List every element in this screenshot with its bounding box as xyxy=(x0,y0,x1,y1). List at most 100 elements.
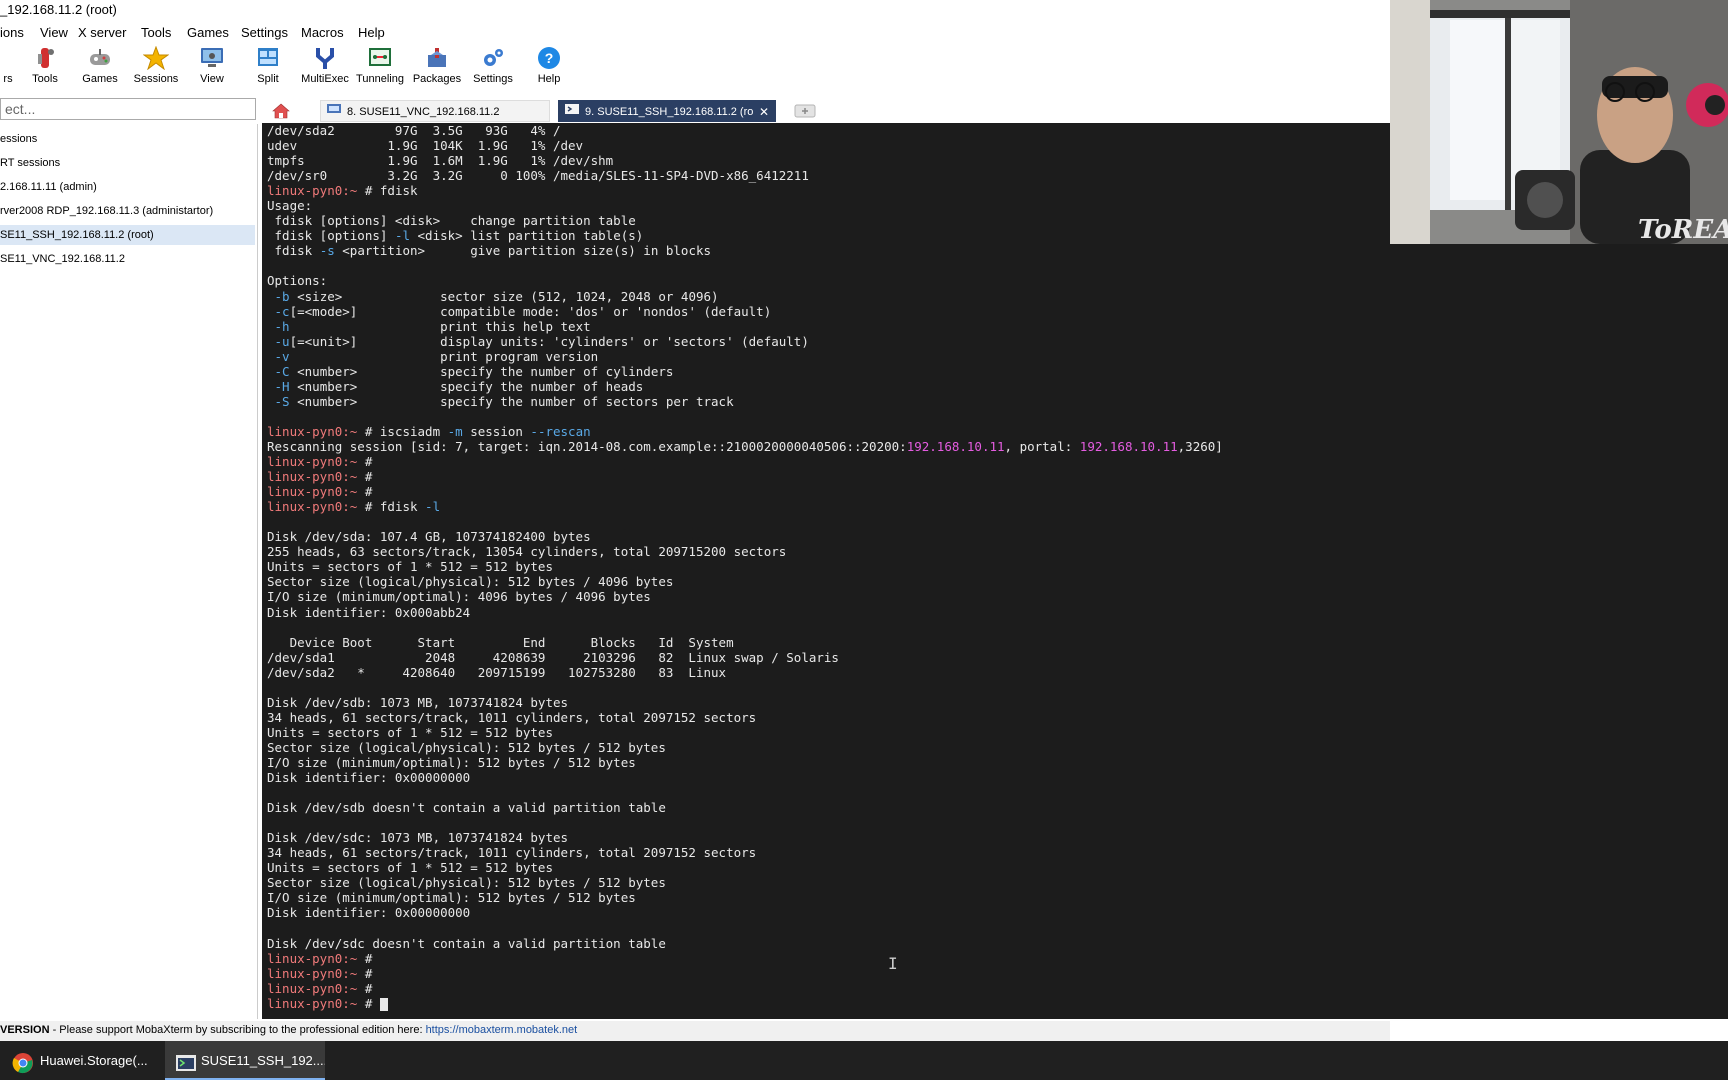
settings-button[interactable]: Settings xyxy=(463,46,523,94)
window-title-text: _192.168.11.2 (root) xyxy=(0,2,117,17)
terminal-line: -C <number> specify the number of cylind… xyxy=(267,364,1728,379)
terminal-line: linux-pyn0:~ # xyxy=(267,484,1728,499)
menu-sessions[interactable]: ions xyxy=(0,25,24,40)
sidebar-item-vnc-session[interactable]: SE11_VNC_192.168.11.2 xyxy=(0,249,255,269)
menu-xserver[interactable]: X server xyxy=(78,25,126,40)
toolbar-label: Sessions xyxy=(133,73,179,85)
tunnel-icon xyxy=(367,46,393,70)
terminal-prompt: linux-pyn0:~ xyxy=(267,499,358,515)
terminal-text: , portal: xyxy=(1004,438,1080,454)
terminal-line: I/O size (minimum/optimal): 512 bytes / … xyxy=(267,890,1728,905)
star-icon xyxy=(142,45,170,71)
terminal-text: [=<unit>] display units: 'cylinders' or … xyxy=(289,333,809,349)
terminal-option: -S xyxy=(274,393,290,409)
tab-bar: 8. SUSE11_VNC_192.168.11.2 9. SUSE11_SSH… xyxy=(260,99,1390,123)
terminal-text: <number> specify the number of cylinders xyxy=(289,363,674,379)
menu-settings[interactable]: Settings xyxy=(241,25,288,40)
close-tab-icon[interactable]: ✕ xyxy=(759,101,769,121)
new-tab-button[interactable] xyxy=(794,100,818,122)
terminal-text: Disk identifier: 0x000abb24 xyxy=(267,604,471,620)
menu-help[interactable]: Help xyxy=(358,25,385,40)
sidebar-item-admin-session[interactable]: 2.168.11.11 (admin) xyxy=(0,177,255,197)
split-button[interactable]: Split xyxy=(238,46,298,94)
sidebar-item-wsl-sessions[interactable]: RT sessions xyxy=(0,153,255,173)
terminal-text: I/O size (minimum/optimal): 4096 bytes /… xyxy=(267,589,651,605)
games-button[interactable]: Games xyxy=(70,46,130,94)
terminal-text: # xyxy=(357,950,373,966)
terminal-prompt: linux-pyn0:~ xyxy=(267,484,358,500)
terminal-text: /dev/sda1 2048 4208639 2103296 82 Linux … xyxy=(267,649,839,665)
view-button[interactable]: View xyxy=(182,46,242,94)
toolbar-label: Tunneling xyxy=(356,73,404,85)
package-icon xyxy=(424,46,450,70)
terminal-text: <partition> give partition size(s) in bl… xyxy=(334,243,712,259)
help-button[interactable]: ? Help xyxy=(519,46,579,94)
toolbar-label: Games xyxy=(82,73,118,85)
terminal-ip: 192.168.10.11 xyxy=(906,438,1005,454)
sidebar-item-ssh-session[interactable]: SE11_SSH_192.168.11.2 (root) xyxy=(0,225,255,245)
taskbar-chrome-window[interactable]: Huawei.Storage(... xyxy=(0,1041,160,1080)
terminal-text: # xyxy=(357,980,373,996)
tab-vnc-session[interactable]: 8. SUSE11_VNC_192.168.11.2 xyxy=(320,100,550,122)
tab-label: 9. SUSE11_SSH_192.168.11.2 (ro xyxy=(585,106,754,118)
terminal-line: linux-pyn0:~ # xyxy=(267,981,1728,996)
terminal-line: Disk identifier: 0x00000000 xyxy=(267,905,1728,920)
sidebar-item-label: rver2008 RDP_192.168.11.3 (administartor… xyxy=(0,205,214,217)
sidebar-item-rdp-session[interactable]: rver2008 RDP_192.168.11.3 (administartor… xyxy=(0,201,255,221)
shirt-logo-text: ToREAD xyxy=(1638,215,1728,244)
tools-button[interactable]: Tools xyxy=(15,46,75,94)
terminal-option: -s xyxy=(319,243,335,259)
terminal-text: fdisk xyxy=(267,243,320,259)
terminal-text: fdisk [options] <disk> change partition … xyxy=(267,213,636,229)
terminal-text: # xyxy=(357,484,373,500)
terminal-text: ,3260] xyxy=(1177,438,1223,454)
tunneling-button[interactable]: Tunneling xyxy=(350,46,410,94)
session-search-input[interactable]: ect... xyxy=(0,98,256,120)
terminal-line: linux-pyn0:~ # xyxy=(267,454,1728,469)
monitor-icon xyxy=(199,46,225,70)
toolbar-label: Split xyxy=(257,73,279,85)
webcam-overlay: ToREAD xyxy=(1390,0,1728,244)
terminal-text: Disk identifier: 0x00000000 xyxy=(267,905,471,921)
menu-tools[interactable]: Tools xyxy=(141,25,171,40)
menu-view[interactable]: View xyxy=(40,25,68,40)
terminal-text: 34 heads, 61 sectors/track, 1011 cylinde… xyxy=(267,845,757,861)
home-tab[interactable] xyxy=(272,100,292,122)
multiexec-button[interactable]: MultiExec xyxy=(295,46,355,94)
terminal-text: Disk /dev/sdc doesn't contain a valid pa… xyxy=(267,935,666,951)
sessions-button[interactable]: Sessions xyxy=(126,45,186,94)
packages-button[interactable]: Packages xyxy=(407,46,467,94)
terminal-line: 34 heads, 61 sectors/track, 1011 cylinde… xyxy=(267,710,1728,725)
toolbar-label: View xyxy=(200,73,224,85)
terminal-prompt: linux-pyn0:~ xyxy=(267,980,358,996)
sidebar-item-sessions[interactable]: essions xyxy=(0,129,255,149)
menu-games[interactable]: Games xyxy=(187,25,229,40)
terminal-line: /dev/sda2 * 4208640 209715199 102753280 … xyxy=(267,665,1728,680)
terminal-line: -u[=<unit>] display units: 'cylinders' o… xyxy=(267,334,1728,349)
terminal-cursor xyxy=(379,997,388,1011)
terminal-output[interactable]: /dev/sda2 97G 3.5G 93G 4% / udev 1.9G 104… xyxy=(262,123,1728,1019)
terminal-line: Disk /dev/sdc doesn't contain a valid pa… xyxy=(267,936,1728,951)
terminal-line: Sector size (logical/physical): 512 byte… xyxy=(267,740,1728,755)
gears-icon xyxy=(480,46,506,70)
terminal-prompt: linux-pyn0:~ xyxy=(267,469,358,485)
status-message: - Please support MobaXterm by subscribin… xyxy=(49,1024,426,1036)
terminal-line: Options: xyxy=(267,273,1728,288)
home-icon xyxy=(272,103,290,122)
terminal-text: 34 heads, 61 sectors/track, 1011 cylinde… xyxy=(267,709,757,725)
terminal-option: -l xyxy=(425,499,441,515)
sidebar-item-label: essions xyxy=(0,133,38,145)
menu-macros[interactable]: Macros xyxy=(301,25,344,40)
taskbar-mobaxterm-window[interactable]: SUSE11_SSH_192.... xyxy=(165,1041,325,1080)
search-placeholder: ect... xyxy=(5,101,36,117)
terminal-line: Disk /dev/sdb: 1073 MB, 1073741824 bytes xyxy=(267,695,1728,710)
terminal-text: Disk /dev/sdc: 1073 MB, 1073741824 bytes xyxy=(267,830,569,846)
tab-ssh-session[interactable]: 9. SUSE11_SSH_192.168.11.2 (ro ✕ xyxy=(558,100,776,122)
terminal-text: tmpfs 1.9G 1.6M 1.9G 1% /dev/shm xyxy=(267,153,614,169)
mobatek-link[interactable]: https://mobaxterm.mobatek.net xyxy=(426,1024,578,1036)
